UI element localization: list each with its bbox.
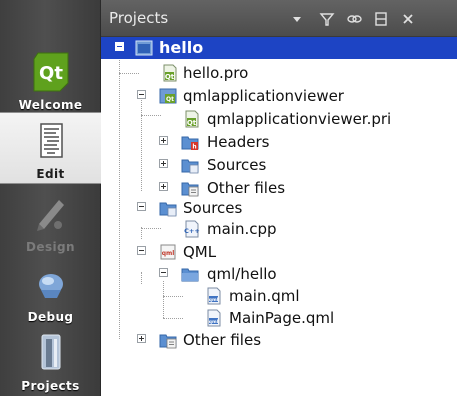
pro-file-icon: Qt (163, 64, 177, 82)
link-icon[interactable] (345, 10, 363, 28)
svg-text:qml: qml (162, 250, 175, 257)
collapse-toggle[interactable] (115, 42, 124, 51)
other-files-folder-icon (181, 182, 199, 197)
tree-item-label: Sources (183, 199, 243, 217)
svg-text:Qt: Qt (165, 73, 175, 81)
svg-text:qml: qml (209, 319, 219, 325)
tree-item-sources-viewer[interactable]: Sources (101, 154, 457, 176)
tree-item-label: qml/hello (207, 265, 277, 283)
subproject-icon: Qt (159, 88, 177, 104)
tree-item-sources[interactable]: Sources (101, 197, 457, 219)
mode-label: Projects (21, 379, 80, 393)
tree-item-label: Other files (207, 179, 286, 197)
svg-text:qml: qml (209, 297, 219, 303)
other-files-folder-icon (159, 334, 177, 349)
tree-item-label: main.qml (229, 287, 300, 305)
tree-item-label: Sources (207, 156, 267, 174)
tree-item-label: qmlapplicationviewer.pri (207, 110, 392, 128)
tree-item-qmlapplicationviewer-pri[interactable]: Qt qmlapplicationviewer.pri (101, 108, 457, 130)
mode-label: Design (26, 240, 75, 254)
expand-toggle[interactable] (137, 334, 146, 343)
tree-item-label: hello.pro (183, 64, 249, 82)
tree-item-mainpage-qml[interactable]: qml MainPage.qml (101, 307, 457, 329)
dropdown-arrow-icon[interactable] (288, 10, 306, 28)
qml-folder-icon: qml (160, 244, 176, 260)
close-icon[interactable] (399, 10, 417, 28)
svg-text:Qt: Qt (187, 119, 197, 127)
tree-item-other-files[interactable]: Other files (101, 329, 457, 351)
mode-debug[interactable]: Debug (0, 256, 101, 328)
tree-item-label: hello (159, 38, 204, 57)
mode-edit[interactable]: Edit (0, 112, 101, 184)
sources-folder-icon (181, 159, 199, 174)
debug-bug-icon (29, 262, 73, 306)
cpp-file-icon: C++ (184, 220, 200, 238)
tree-item-label: Other files (183, 331, 262, 349)
collapse-toggle[interactable] (159, 268, 168, 277)
tree-item-label: Headers (207, 133, 270, 151)
mode-design[interactable]: Design (0, 186, 101, 258)
expand-toggle[interactable] (159, 159, 168, 168)
pri-file-icon: Qt (185, 110, 199, 128)
collapse-toggle[interactable] (137, 202, 146, 211)
mode-welcome[interactable]: Qt Welcome (0, 44, 101, 116)
filter-icon[interactable] (318, 10, 336, 28)
tree-item-qml-hello[interactable]: qml/hello (101, 263, 457, 285)
svg-text:C++: C++ (184, 227, 200, 235)
expand-toggle[interactable] (159, 136, 168, 145)
qt-creator-window: Qt Welcome Edit Design Debug Projects Pr… (0, 0, 457, 396)
edit-document-icon (29, 119, 73, 163)
split-icon[interactable] (372, 10, 390, 28)
headers-folder-icon: h (181, 136, 199, 151)
project-icon (135, 40, 153, 56)
tree-item-qmlapplicationviewer[interactable]: Qt qmlapplicationviewer (101, 85, 457, 107)
tree-item-label: main.cpp (207, 220, 277, 238)
tree-item-other-files-viewer[interactable]: Other files (101, 177, 457, 199)
tree-item-label: qmlapplicationviewer (183, 87, 344, 105)
tree-item-qml[interactable]: qml QML (101, 241, 457, 263)
tree-item-headers[interactable]: h Headers (101, 131, 457, 153)
mode-label: Debug (27, 310, 74, 324)
qml-file-icon: qml (207, 287, 221, 305)
mode-projects[interactable]: Projects (0, 325, 101, 396)
tree-item-main-cpp[interactable]: C++ main.cpp (101, 218, 457, 240)
mode-label: Welcome (18, 98, 83, 112)
pane-title: Projects (109, 9, 169, 27)
mode-label: Edit (36, 167, 65, 181)
projects-pane-header: Projects (101, 0, 457, 37)
tree-item-main-qml[interactable]: qml main.qml (101, 285, 457, 307)
collapse-toggle[interactable] (137, 90, 146, 99)
qt-logo-icon: Qt (29, 50, 73, 94)
tree-item-label: QML (183, 243, 217, 261)
tree-item-label: MainPage.qml (229, 309, 335, 327)
design-pen-icon (29, 192, 73, 236)
expand-toggle[interactable] (159, 182, 168, 191)
tree-item-hello-project[interactable]: hello (101, 37, 457, 59)
mode-selector-sidebar: Qt Welcome Edit Design Debug Projects (0, 0, 101, 396)
folder-icon (181, 268, 199, 282)
svg-text:Qt: Qt (39, 63, 63, 84)
tree-item-hello-pro[interactable]: Qt hello.pro (101, 62, 457, 84)
projects-wrench-icon (29, 331, 73, 375)
project-tree[interactable]: hello Qt hello.pro Qt qmlapplicationview… (101, 37, 457, 396)
collapse-toggle[interactable] (137, 246, 146, 255)
svg-text:h: h (192, 144, 196, 151)
svg-text:Qt: Qt (166, 96, 174, 103)
qml-file-icon: qml (207, 309, 221, 327)
sources-folder-icon (159, 202, 177, 217)
